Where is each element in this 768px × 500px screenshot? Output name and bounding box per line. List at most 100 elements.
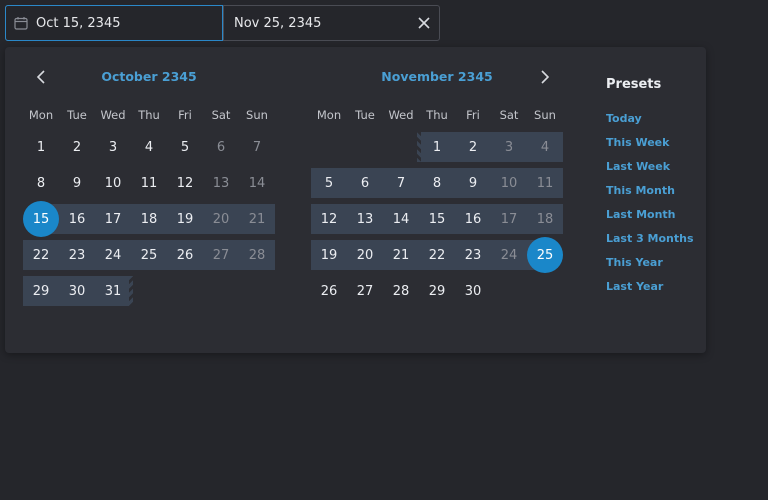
day-cell[interactable]: 12 xyxy=(311,204,347,234)
day-cell[interactable]: 4 xyxy=(527,132,563,162)
day-cell[interactable]: 6 xyxy=(203,132,239,162)
day-number: 3 xyxy=(504,139,514,155)
day-cell[interactable]: 2 xyxy=(59,132,95,162)
preset-this-week[interactable]: This Week xyxy=(606,136,694,160)
day-cell[interactable]: 26 xyxy=(167,240,203,270)
preset-today[interactable]: Today xyxy=(606,112,694,136)
day-number: 9 xyxy=(72,175,82,191)
day-number: 24 xyxy=(104,247,122,263)
day-cell[interactable]: 17 xyxy=(95,204,131,234)
day-number: 15 xyxy=(23,201,59,237)
day-cell[interactable]: 29 xyxy=(23,276,59,306)
day-number: 19 xyxy=(176,211,194,227)
preset-this-year[interactable]: This Year xyxy=(606,256,694,280)
day-cell[interactable]: 27 xyxy=(347,276,383,306)
day-number: 16 xyxy=(464,211,482,227)
weekday-label: Wed xyxy=(100,108,126,122)
day-cell[interactable]: 30 xyxy=(455,276,491,306)
day-cell[interactable]: 25 xyxy=(131,240,167,270)
day-cell[interactable]: 23 xyxy=(455,240,491,270)
day-cell[interactable]: 10 xyxy=(491,168,527,198)
day-number: 14 xyxy=(392,211,410,227)
day-cell[interactable]: 7 xyxy=(383,168,419,198)
day-cell[interactable]: 1 xyxy=(23,132,59,162)
day-cell[interactable]: 4 xyxy=(131,132,167,162)
day-cell[interactable]: 11 xyxy=(527,168,563,198)
weekday-label: Sun xyxy=(246,108,268,122)
day-cell[interactable]: 13 xyxy=(203,168,239,198)
day-cell[interactable]: 11 xyxy=(131,168,167,198)
day-number: 8 xyxy=(432,175,442,191)
day-cell[interactable]: 24 xyxy=(95,240,131,270)
weekday-label: Fri xyxy=(466,108,480,122)
day-number: 30 xyxy=(464,283,482,299)
day-cell[interactable]: 20 xyxy=(347,240,383,270)
day-number: 13 xyxy=(212,175,230,191)
day-cell[interactable]: 9 xyxy=(455,168,491,198)
day-cell[interactable]: 19 xyxy=(167,204,203,234)
day-cell[interactable]: 7 xyxy=(239,132,275,162)
start-date-field[interactable]: Oct 15, 2345 xyxy=(5,5,223,41)
day-cell[interactable]: 2 xyxy=(455,132,491,162)
day-cell[interactable]: 3 xyxy=(491,132,527,162)
selected-end-day[interactable]: 25 xyxy=(527,237,563,273)
clear-button[interactable] xyxy=(409,6,439,40)
preset-last-3-months[interactable]: Last 3 Months xyxy=(606,232,694,256)
next-month-button[interactable] xyxy=(535,67,555,87)
day-cell[interactable]: 6 xyxy=(347,168,383,198)
selected-start-day[interactable]: 15 xyxy=(23,201,59,237)
preset-last-year[interactable]: Last Year xyxy=(606,280,694,304)
day-number: 17 xyxy=(104,211,122,227)
weekday-label: Tue xyxy=(355,108,375,122)
day-number: 25 xyxy=(140,247,158,263)
day-cell[interactable]: 8 xyxy=(419,168,455,198)
day-cell[interactable]: 18 xyxy=(131,204,167,234)
day-cell[interactable]: 31 xyxy=(95,276,133,306)
day-cell[interactable]: 9 xyxy=(59,168,95,198)
day-cell[interactable]: 5 xyxy=(311,168,347,198)
day-cell[interactable]: 29 xyxy=(419,276,455,306)
day-number: 11 xyxy=(140,175,158,191)
day-cell[interactable]: 15 xyxy=(419,204,455,234)
preset-this-month[interactable]: This Month xyxy=(606,184,694,208)
day-cell[interactable]: 3 xyxy=(95,132,131,162)
day-cell[interactable]: 30 xyxy=(59,276,95,306)
day-cell[interactable]: 14 xyxy=(239,168,275,198)
day-cell[interactable]: 28 xyxy=(383,276,419,306)
preset-last-month[interactable]: Last Month xyxy=(606,208,694,232)
day-cell[interactable]: 8 xyxy=(23,168,59,198)
day-cell[interactable]: 13 xyxy=(347,204,383,234)
weekday-header: Mon Tue Wed Thu Fri Sat Sun xyxy=(23,108,275,122)
day-cell[interactable]: 17 xyxy=(491,204,527,234)
day-cell[interactable]: 23 xyxy=(59,240,95,270)
day-cell[interactable]: 21 xyxy=(383,240,419,270)
day-cell[interactable]: 21 xyxy=(239,204,275,234)
day-cell[interactable]: 16 xyxy=(59,204,95,234)
empty-day-cell xyxy=(347,132,383,162)
day-cell[interactable]: 22 xyxy=(23,240,59,270)
day-cell[interactable]: 19 xyxy=(311,240,347,270)
day-cell[interactable]: 12 xyxy=(167,168,203,198)
day-cell[interactable]: 22 xyxy=(419,240,455,270)
day-cell[interactable]: 24 xyxy=(491,240,527,270)
day-cell[interactable]: 27 xyxy=(203,240,239,270)
month-title: October 2345 xyxy=(101,69,197,84)
day-cell[interactable]: 10 xyxy=(95,168,131,198)
day-cell[interactable]: 26 xyxy=(311,276,347,306)
day-number: 23 xyxy=(68,247,86,263)
day-cell[interactable]: 20 xyxy=(203,204,239,234)
day-cell[interactable]: 14 xyxy=(383,204,419,234)
day-cell[interactable]: 28 xyxy=(239,240,275,270)
preset-last-week[interactable]: Last Week xyxy=(606,160,694,184)
day-number: 1 xyxy=(432,139,442,155)
chevron-right-icon xyxy=(541,70,550,84)
weekday-label: Sat xyxy=(499,108,519,122)
day-cell[interactable]: 16 xyxy=(455,204,491,234)
day-cell[interactable]: 1 xyxy=(417,132,455,162)
day-number: 29 xyxy=(428,283,446,299)
day-grid: 1 2 3 4 5 6 7 8 9 10 11 12 13 14 15 16 17 18 19 20 21 22 23 24 2… xyxy=(23,129,275,309)
day-cell[interactable]: 18 xyxy=(527,204,563,234)
day-number: 6 xyxy=(216,139,226,155)
end-date-field[interactable]: Nov 25, 2345 xyxy=(223,6,409,40)
day-cell[interactable]: 5 xyxy=(167,132,203,162)
